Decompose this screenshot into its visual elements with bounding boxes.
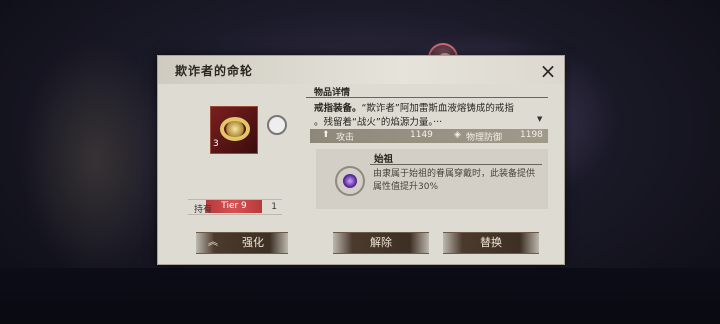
item-description: 戒指装备。“欺诈者”阿加雷斯血液熔铸成的戒指 。残留着“战火”的焰源力量。··· <box>314 102 544 130</box>
skill-divider <box>370 164 542 165</box>
replace-button[interactable]: 替换 <box>443 232 539 254</box>
item-detail-dialog: 欺诈者的命轮 × 3 Tier 9 持有 1 物品详情 戒指装备。“欺诈者”阿加… <box>157 55 565 265</box>
attack-icon: ⬆ <box>322 130 330 140</box>
desc-line1: “欺诈者”阿加雷斯血液熔铸成的戒指 <box>361 103 514 114</box>
attack-value: 1149 <box>410 130 433 140</box>
attack-label: 攻击 <box>336 133 355 143</box>
physical-defense-label: 物理防御 <box>466 133 503 143</box>
close-icon[interactable]: × <box>537 60 559 82</box>
owned-count: 1 <box>271 202 277 212</box>
details-panel: 物品详情 戒指装备。“欺诈者”阿加雷斯血液熔铸成的戒指 。残留着“战火”的焰源力… <box>306 85 550 215</box>
background-silhouette <box>20 40 170 280</box>
dialog-title: 欺诈者的命轮 <box>175 64 254 78</box>
remove-button[interactable]: 解除 <box>333 232 429 254</box>
expand-arrow-icon[interactable]: ▼ <box>537 115 542 123</box>
skill-name: 始祖 <box>374 154 394 165</box>
dialog-header: 欺诈者的命轮 × <box>158 56 564 84</box>
desc-prefix: 戒指装备。 <box>314 103 362 114</box>
background-bottom <box>0 268 720 324</box>
enhance-label: 强化 <box>242 236 264 249</box>
stats-bar: ⬆ 攻击 1149 ◈ 物理防御 1198 <box>310 129 548 143</box>
owned-label: 持有 <box>194 205 213 215</box>
item-icon[interactable]: 3 <box>210 106 287 154</box>
skill-gem-icon <box>332 163 368 199</box>
enhance-button[interactable]: ︽ 强化 <box>196 232 288 254</box>
physical-defense-value: 1198 <box>520 130 543 140</box>
ring-icon <box>220 117 250 141</box>
physical-defense-icon: ◈ <box>454 130 461 140</box>
equipped-indicator-icon <box>267 115 287 135</box>
skill-description: 由隶属于始祖的眷属穿戴时，此装备提供属性值提升30% <box>373 169 536 192</box>
double-chevron-up-icon: ︽ <box>208 237 218 248</box>
desc-line2: 。残留着“战火”的焰源力量。··· <box>314 117 443 128</box>
heading-divider <box>306 97 548 98</box>
item-level: 3 <box>213 139 219 149</box>
skill-box: 始祖 由隶属于始祖的眷属穿戴时，此装备提供属性值提升30% <box>316 149 548 209</box>
owned-row: 持有 1 <box>188 199 282 215</box>
